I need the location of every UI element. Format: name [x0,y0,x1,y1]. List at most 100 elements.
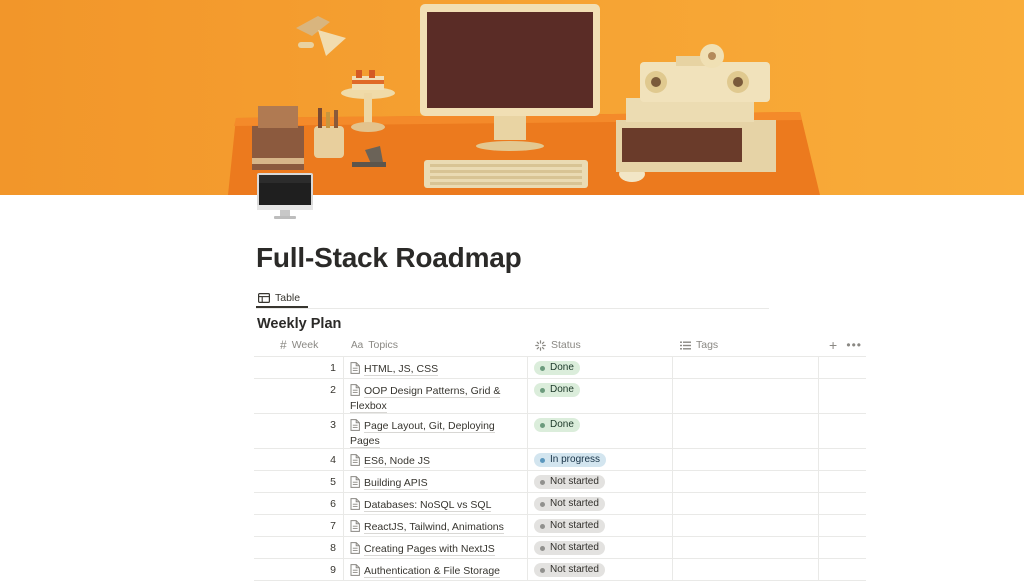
document-icon [350,384,360,396]
status-cell[interactable]: Done [528,414,673,448]
topic-cell[interactable]: HTML, JS, CSS [344,357,528,378]
status-badge: Not started [534,519,605,533]
tags-cell[interactable] [673,449,819,470]
topic-link[interactable]: Databases: NoSQL vs SQL [364,499,492,512]
status-dot-icon [540,567,545,573]
header-actions: + ••• [819,334,866,356]
week-cell[interactable]: 5 [254,471,344,492]
column-label: Topics [368,339,398,351]
spacer-cell [819,471,866,492]
document-icon [350,419,360,431]
number-hash-icon: # [280,338,287,352]
page-title[interactable]: Full-Stack Roadmap [256,242,522,274]
column-header-tags[interactable]: Tags [673,334,819,356]
week-cell[interactable]: 6 [254,493,344,514]
column-header-week[interactable]: # Week [254,334,344,356]
topic-link[interactable]: ReactJS, Tailwind, Animations [364,521,504,534]
topic-link[interactable]: OOP Design Patterns, Grid & Flexbox [350,385,501,413]
topic-link[interactable]: Authentication & File Storage [364,565,500,578]
table-icon [258,293,270,303]
table-row[interactable]: 3 Page Layout, Git, Deploying Pages Done [254,414,866,449]
topic-cell[interactable]: ES6, Node JS [344,449,528,470]
topic-cell[interactable]: Creating Pages with NextJS [344,537,528,558]
view-divider [256,308,769,309]
spacer-cell [819,449,866,470]
ellipsis-icon[interactable]: ••• [846,338,862,352]
status-cell[interactable]: Done [528,357,673,378]
status-label: Done [550,362,574,373]
table-row[interactable]: 5 Building APIS Not started [254,471,866,493]
status-dot-icon [540,545,545,551]
table-row[interactable]: 8 Creating Pages with NextJS Not started [254,537,866,559]
week-cell[interactable]: 2 [254,379,344,413]
status-dot-icon [540,457,545,463]
view-tab-table[interactable]: Table [256,288,302,308]
tags-cell[interactable] [673,471,819,492]
desktop-computer-icon [257,173,313,219]
document-icon [350,476,360,488]
topic-cell[interactable]: ReactJS, Tailwind, Animations [344,515,528,536]
tags-cell[interactable] [673,357,819,378]
column-header-status[interactable]: Status [528,334,673,356]
spacer-cell [819,357,866,378]
table-row[interactable]: 1 HTML, JS, CSS Done [254,357,866,379]
status-cell[interactable]: Not started [528,515,673,536]
topic-link[interactable]: HTML, JS, CSS [364,363,439,376]
topic-cell[interactable]: OOP Design Patterns, Grid & Flexbox [344,379,528,413]
topic-link[interactable]: ES6, Node JS [364,455,430,468]
database-title[interactable]: Weekly Plan [257,316,341,332]
week-cell[interactable]: 7 [254,515,344,536]
table-row[interactable]: 9 Authentication & File Storage Not starte… [254,559,866,581]
tags-cell[interactable] [673,414,819,448]
table-row[interactable]: 6 Databases: NoSQL vs SQL Not started [254,493,866,515]
tags-cell[interactable] [673,379,819,413]
list-icon [680,341,691,349]
status-cell[interactable]: Not started [528,471,673,492]
topic-link[interactable]: Page Layout, Git, Deploying Pages [350,420,495,448]
status-badge: In progress [534,453,607,467]
orange-desk-illustration [0,0,1024,195]
week-cell[interactable]: 4 [254,449,344,470]
table-row[interactable]: 4 ES6, Node JS In progress [254,449,866,471]
status-label: Not started [550,520,599,531]
topic-link[interactable]: Creating Pages with NextJS [364,543,495,556]
status-cell[interactable]: Done [528,379,673,413]
tags-cell[interactable] [673,559,819,580]
status-dot-icon [540,479,545,485]
cover-image[interactable] [0,0,1024,195]
week-cell[interactable]: 8 [254,537,344,558]
spacer-cell [819,559,866,580]
week-cell[interactable]: 9 [254,559,344,580]
status-loader-icon [535,339,546,351]
table-row[interactable]: 7 ReactJS, Tailwind, Animations Not starte… [254,515,866,537]
topic-cell[interactable]: Page Layout, Git, Deploying Pages [344,414,528,448]
topic-cell[interactable]: Databases: NoSQL vs SQL [344,493,528,514]
document-icon [350,498,360,510]
spacer-cell [819,379,866,413]
status-badge: Not started [534,475,605,489]
status-badge: Not started [534,563,605,577]
status-cell[interactable]: In progress [528,449,673,470]
tags-cell[interactable] [673,515,819,536]
status-label: Not started [550,564,599,575]
topic-cell[interactable]: Authentication & File Storage [344,559,528,580]
table-row[interactable]: 2 OOP Design Patterns, Grid & Flexbox Done [254,379,866,414]
tags-cell[interactable] [673,493,819,514]
status-cell[interactable]: Not started [528,493,673,514]
page-icon[interactable] [256,172,314,220]
column-label: Status [551,339,581,351]
week-cell[interactable]: 3 [254,414,344,448]
topic-link[interactable]: Building APIS [364,477,428,490]
column-header-topics[interactable]: Aa Topics [344,334,528,356]
topic-cell[interactable]: Building APIS [344,471,528,492]
tags-cell[interactable] [673,537,819,558]
status-cell[interactable]: Not started [528,559,673,580]
status-cell[interactable]: Not started [528,537,673,558]
spacer-cell [819,493,866,514]
column-label: Tags [696,339,719,351]
status-label: Not started [550,476,599,487]
plus-icon[interactable]: + [829,337,837,353]
status-badge: Not started [534,497,605,511]
week-cell[interactable]: 1 [254,357,344,378]
table-header: # Week Aa Topics Status Tags + ••• [254,334,866,357]
